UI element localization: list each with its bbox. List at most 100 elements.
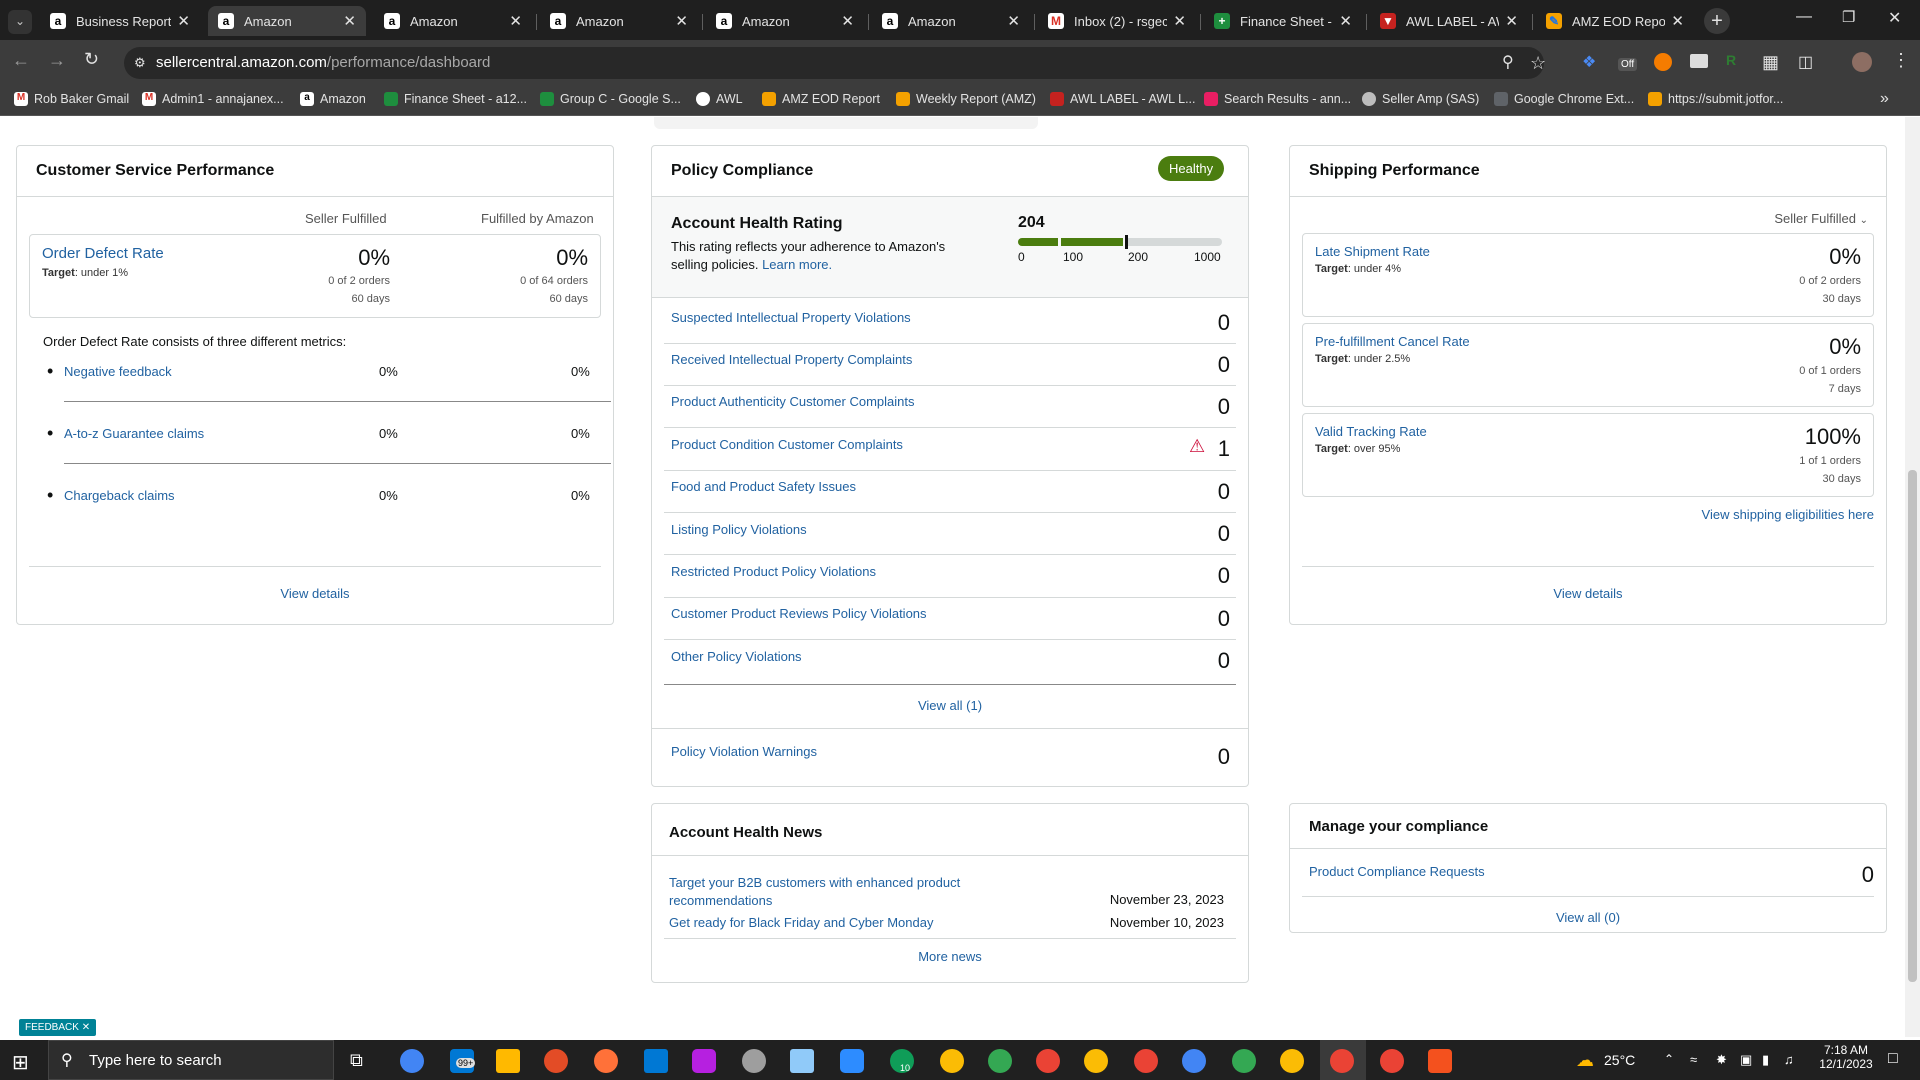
bookmark-item[interactable]: Group C - Google S... [540,92,681,106]
chrome-icon[interactable] [1330,1049,1354,1073]
battery-icon[interactable]: ▮ [1762,1052,1769,1068]
chrome-icon[interactable] [1084,1049,1108,1073]
tab-business-reports[interactable]: a Business Reports ✕ [40,6,200,36]
windows-start-icon[interactable]: ⊞ [12,1050,29,1075]
close-tab-icon[interactable]: ✕ [177,12,190,30]
site-info-icon[interactable]: ⚙ [134,47,146,79]
close-tab-icon[interactable]: ✕ [343,12,356,30]
tab-finance-sheet[interactable]: + Finance Sheet - a ✕ [1204,6,1362,36]
calculator-icon[interactable] [644,1049,668,1073]
taskbar-search-input[interactable]: ⚲ Type here to search [48,1040,334,1080]
new-tab-icon[interactable]: + [1704,8,1730,34]
metric-negative-feedback-link[interactable]: Negative feedback [64,364,172,379]
tab-amazon[interactable]: a Amazon ✕ [540,6,698,36]
bookmark-item[interactable]: M Admin1 - annajanex... [142,92,284,106]
violation-row-label[interactable]: Food and Product Safety Issues [671,479,856,494]
extensions-puzzle-icon[interactable]: ▦ [1762,52,1779,73]
close-tab-icon[interactable]: ✕ [1007,12,1020,30]
chrome-icon[interactable] [988,1049,1012,1073]
bookmark-item[interactable]: Search Results - ann... [1204,92,1351,106]
tab-gmail[interactable]: M Inbox (2) - rsgeco ✕ [1038,6,1196,36]
address-bar[interactable]: ⚙ sellercentral.amazon.com/performance/d… [124,47,1546,79]
app-icon[interactable] [544,1049,568,1073]
tab-amazon[interactable]: a Amazon ✕ [872,6,1030,36]
bookmark-star-icon[interactable]: ☆ [1530,47,1546,79]
valid-tracking-rate-link[interactable]: Valid Tracking Rate [1315,424,1427,439]
chrome-icon[interactable] [1134,1049,1158,1073]
fulfillment-filter-dropdown[interactable]: Seller Fulfilled ⌄ [1774,211,1868,226]
scrollbar-thumb[interactable] [1908,470,1917,982]
reload-icon[interactable]: ↻ [84,49,99,70]
learn-more-link[interactable]: Learn more. [762,257,832,272]
metric-chargeback-claims-link[interactable]: Chargeback claims [64,488,175,503]
chrome-icon[interactable] [400,1049,424,1073]
violation-row-label[interactable]: Restricted Product Policy Violations [671,564,876,579]
violation-row-label[interactable]: Customer Product Reviews Policy Violatio… [671,606,927,621]
violation-row-label[interactable]: Received Intellectual Property Complaint… [671,352,912,367]
bookmark-item[interactable]: Google Chrome Ext... [1494,92,1634,106]
bookmark-item[interactable]: Seller Amp (SAS) [1362,92,1479,106]
policy-violation-warnings-link[interactable]: Policy Violation Warnings [671,744,817,759]
view-all-compliance-link[interactable]: View all (0) [1290,910,1886,925]
feedback-button[interactable]: FEEDBACK ✕ [19,1019,97,1036]
extension-icon[interactable] [1690,54,1708,68]
app-icon[interactable] [692,1049,716,1073]
volume-icon[interactable]: ♫ [1784,1052,1794,1067]
tab-amz-eod-report[interactable]: ✎ AMZ EOD Report ✕ [1536,6,1694,36]
violation-row-label[interactable]: Product Authenticity Customer Complaints [671,394,915,409]
metric-atoz-claims-link[interactable]: A-to-z Guarantee claims [64,426,204,441]
close-tab-icon[interactable]: ✕ [1173,12,1186,30]
display-icon[interactable]: ▣ [1740,1052,1752,1068]
violation-row-label[interactable]: Listing Policy Violations [671,522,807,537]
notes-icon[interactable] [790,1049,814,1073]
chrome-icon[interactable] [1036,1049,1060,1073]
extension-icon[interactable]: R [1726,52,1736,68]
chrome-icon[interactable] [1380,1049,1404,1073]
view-details-link[interactable]: View details [17,586,613,601]
violation-row-label[interactable]: Other Policy Violations [671,649,802,664]
zoom-app-icon[interactable] [840,1049,864,1073]
close-tab-icon[interactable]: ✕ [1671,12,1684,30]
bookmark-item[interactable]: AWL [696,92,743,106]
close-tab-icon[interactable]: ✕ [841,12,854,30]
extension-off-badge[interactable]: Off [1618,58,1638,71]
file-explorer-icon[interactable] [496,1049,520,1073]
bookmark-item[interactable]: M Rob Baker Gmail [14,92,129,106]
product-compliance-requests-link[interactable]: Product Compliance Requests [1309,864,1485,879]
violation-row-label[interactable]: Suspected Intellectual Property Violatio… [671,310,911,325]
remote-app-icon[interactable] [1428,1049,1452,1073]
tray-chevron-icon[interactable]: ⌃ [1664,1052,1674,1066]
bookmark-item[interactable]: a Amazon [300,92,366,106]
bookmark-item[interactable]: AWL LABEL - AWL L... [1050,92,1196,106]
restore-icon[interactable]: ❐ [1842,8,1855,26]
app-icon[interactable] [742,1049,766,1073]
bookmark-item[interactable]: Weekly Report (AMZ) [896,92,1036,106]
profile-avatar[interactable] [1852,52,1872,72]
firefox-icon[interactable] [594,1049,618,1073]
close-icon[interactable]: ✕ [82,1022,90,1033]
violation-row-label[interactable]: Product Condition Customer Complaints [671,437,903,452]
tab-amazon-active[interactable]: a Amazon ✕ [208,6,366,36]
news-item-link[interactable]: Target your B2B customers with enhanced … [669,874,969,910]
close-window-icon[interactable]: ✕ [1888,8,1901,28]
chrome-icon[interactable] [940,1049,964,1073]
view-details-link[interactable]: View details [1290,586,1886,601]
forward-icon[interactable]: → [48,50,66,71]
bookmark-item[interactable]: https://submit.jotfor... [1648,92,1783,106]
close-tab-icon[interactable]: ✕ [509,12,522,30]
more-news-link[interactable]: More news [652,949,1248,964]
more-bookmarks-icon[interactable]: » [1880,90,1889,108]
bookmark-item[interactable]: AMZ EOD Report [762,92,880,106]
close-tab-icon[interactable]: ✕ [1339,12,1352,30]
close-tab-icon[interactable]: ✕ [675,12,688,30]
shipping-eligibilities-link[interactable]: View shipping eligibilities here [1702,507,1874,522]
extension-icon[interactable] [1654,53,1672,71]
news-item-link[interactable]: Get ready for Black Friday and Cyber Mon… [669,915,933,930]
chrome-icon[interactable] [1232,1049,1256,1073]
minimize-icon[interactable]: — [1796,8,1812,26]
bookmark-item[interactable]: Finance Sheet - a12... [384,92,527,106]
side-panel-icon[interactable]: ◫ [1798,52,1813,72]
view-all-violations-link[interactable]: View all (1) [652,698,1248,713]
tab-amazon[interactable]: a Amazon ✕ [374,6,532,36]
zoom-icon[interactable]: ⚲ [1502,47,1514,79]
